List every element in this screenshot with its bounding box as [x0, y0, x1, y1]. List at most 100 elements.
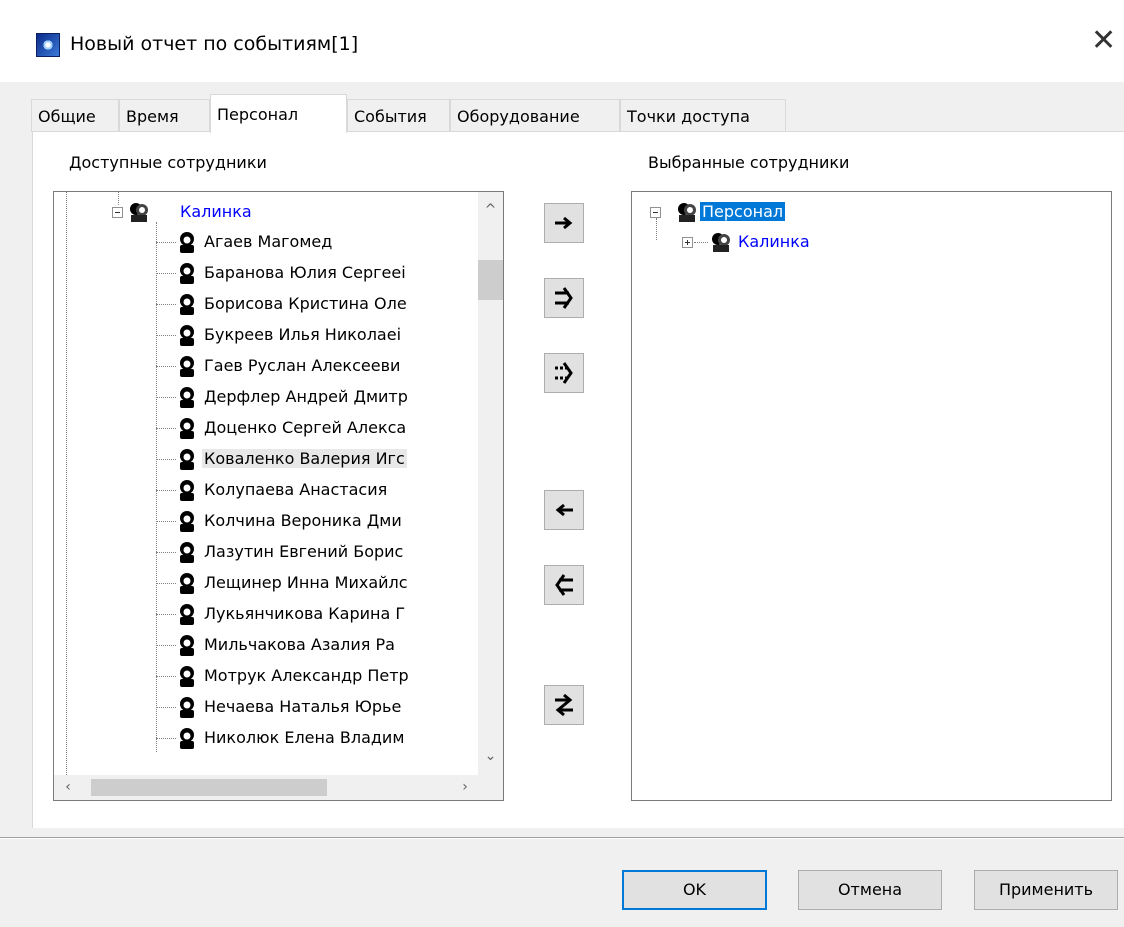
tree-guide: [66, 192, 67, 777]
person-icon: [180, 449, 194, 470]
person-icon: [180, 697, 194, 718]
employee-list-item[interactable]: Букреев Илья Николаеі: [156, 321, 403, 349]
person-icon: [180, 387, 194, 408]
person-icon: [180, 232, 194, 253]
employee-name: Лазутин Евгений Борис: [204, 542, 404, 561]
collapse-icon[interactable]: [112, 207, 123, 218]
selected-employees-tree[interactable]: Персонал Калинка: [631, 191, 1112, 801]
employee-name: Коваленко Валерия Игс: [202, 449, 407, 468]
tab-access-points[interactable]: Точки доступа: [620, 99, 786, 132]
arrow-left-icon: [555, 503, 573, 517]
person-icon: [180, 604, 194, 625]
close-icon[interactable]: ✕: [1091, 26, 1116, 56]
employee-name: Мильчакова Азалия Ра: [204, 635, 395, 654]
scroll-right-icon[interactable]: ›: [455, 775, 475, 800]
person-icon: [180, 263, 194, 284]
double-arrow-right-icon: [555, 287, 573, 309]
collapse-icon[interactable]: [650, 207, 661, 218]
tree-guide: [156, 490, 176, 491]
tree-node-kalinka-group[interactable]: Калинка: [682, 228, 812, 256]
scroll-up-icon[interactable]: ^: [478, 198, 503, 223]
employee-list-item[interactable]: Колчина Вероника Дми: [156, 507, 404, 535]
move-all-left-button[interactable]: [544, 565, 584, 605]
tree-guide: [156, 273, 176, 274]
expand-icon[interactable]: [682, 237, 693, 248]
person-icon: [180, 294, 194, 315]
employee-list-item[interactable]: Лещинер Инна Михайлс: [156, 569, 410, 597]
tab-personnel[interactable]: Персонал: [210, 94, 347, 133]
ok-button[interactable]: OK: [622, 870, 767, 910]
tree-guide: [156, 335, 176, 336]
vertical-scrollbar[interactable]: ^ ⌄: [478, 192, 503, 777]
employee-name: Нечаева Наталья Юрье: [204, 697, 402, 716]
employee-name: Мотрук Александр Петр: [204, 666, 409, 685]
person-icon: [180, 728, 194, 749]
move-left-button[interactable]: [544, 490, 584, 530]
person-icon: [180, 356, 194, 377]
tab-time[interactable]: Время: [119, 99, 210, 132]
arrow-right-icon: [555, 216, 573, 230]
root-label: Персонал: [700, 202, 786, 221]
person-icon: [180, 511, 194, 532]
tree-guide: [156, 459, 176, 460]
window-title: Новый отчет по событиям[1]: [70, 33, 359, 55]
move-all-right-button[interactable]: [544, 278, 584, 318]
employee-name: Баранова Юлия Сергееі: [204, 263, 406, 282]
employee-list-item[interactable]: Николюк Елена Владим: [156, 724, 406, 752]
scroll-thumb[interactable]: [478, 260, 503, 300]
employee-list-item[interactable]: Агаев Магомед: [156, 228, 334, 256]
tree-guide: [156, 304, 176, 305]
footer-separator: [0, 837, 1124, 839]
tree-node-kalinka-group[interactable]: Калинка: [112, 198, 254, 226]
employee-list-item[interactable]: Дерфлер Андрей Дмитр: [156, 383, 410, 411]
tree-guide: [156, 645, 176, 646]
tab-events[interactable]: События: [347, 99, 450, 132]
swap-arrows-icon: [555, 693, 573, 717]
app-globe-icon: [36, 33, 60, 57]
horizontal-scrollbar[interactable]: ‹ ›: [54, 775, 503, 800]
group-icon: [712, 233, 730, 252]
tree-guide: [156, 366, 176, 367]
employee-list-item[interactable]: Борисова Кристина Оле: [156, 290, 409, 318]
employee-list-item[interactable]: Мильчакова Азалия Ра: [156, 631, 397, 659]
scroll-down-icon[interactable]: ⌄: [478, 744, 503, 769]
tree-guide: [156, 707, 176, 708]
employee-list-item[interactable]: Гаев Руслан Алексееви: [156, 352, 402, 380]
selected-employees-label: Выбранные сотрудники: [648, 153, 850, 172]
tree-guide: [156, 583, 176, 584]
group-icon: [130, 203, 148, 222]
double-arrow-left-icon: [555, 574, 573, 596]
tree-node-personnel-root[interactable]: Персонал: [650, 198, 786, 226]
dotted-double-arrow-right-icon: [555, 362, 573, 384]
tab-equipment[interactable]: Оборудование: [450, 99, 620, 132]
employee-list-item[interactable]: Доценко Сергей Алекса: [156, 414, 408, 442]
tree-guide: [156, 552, 176, 553]
available-employees-tree[interactable]: Калинка Агаев Магомед Баранова Юлия Серге…: [53, 191, 504, 801]
tree-guide: [156, 242, 176, 243]
tree-guide: [156, 521, 176, 522]
cancel-button[interactable]: Отмена: [798, 870, 942, 910]
employee-name: Борисова Кристина Оле: [204, 294, 407, 313]
move-all-children-right-button[interactable]: [544, 353, 584, 393]
tree-guide: [156, 428, 176, 429]
group-label: Калинка: [738, 232, 810, 251]
employee-name: Николюк Елена Владим: [204, 728, 405, 747]
employee-list-item[interactable]: Лукьянчикова Карина Г: [156, 600, 407, 628]
person-icon: [180, 666, 194, 687]
swap-button[interactable]: [544, 685, 584, 725]
apply-button[interactable]: Применить: [974, 870, 1118, 910]
employee-list-item[interactable]: Баранова Юлия Сергееі: [156, 259, 408, 287]
person-icon: [180, 542, 194, 563]
available-employees-label: Доступные сотрудники: [69, 153, 267, 172]
employee-list-item[interactable]: Лазутин Евгений Борис: [156, 538, 405, 566]
employee-list-item[interactable]: Коваленко Валерия Игс: [156, 445, 407, 473]
scroll-left-icon[interactable]: ‹: [58, 775, 78, 800]
tab-general[interactable]: Общие: [31, 99, 119, 132]
employee-list-item[interactable]: Колупаева Анастасия: [156, 476, 389, 504]
move-right-button[interactable]: [544, 203, 584, 243]
employee-name: Букреев Илья Николаеі: [204, 325, 402, 344]
employee-list-item[interactable]: Нечаева Наталья Юрье: [156, 693, 403, 721]
person-icon: [180, 325, 194, 346]
employee-list-item[interactable]: Мотрук Александр Петр: [156, 662, 411, 690]
scroll-thumb-horizontal[interactable]: [91, 779, 327, 796]
